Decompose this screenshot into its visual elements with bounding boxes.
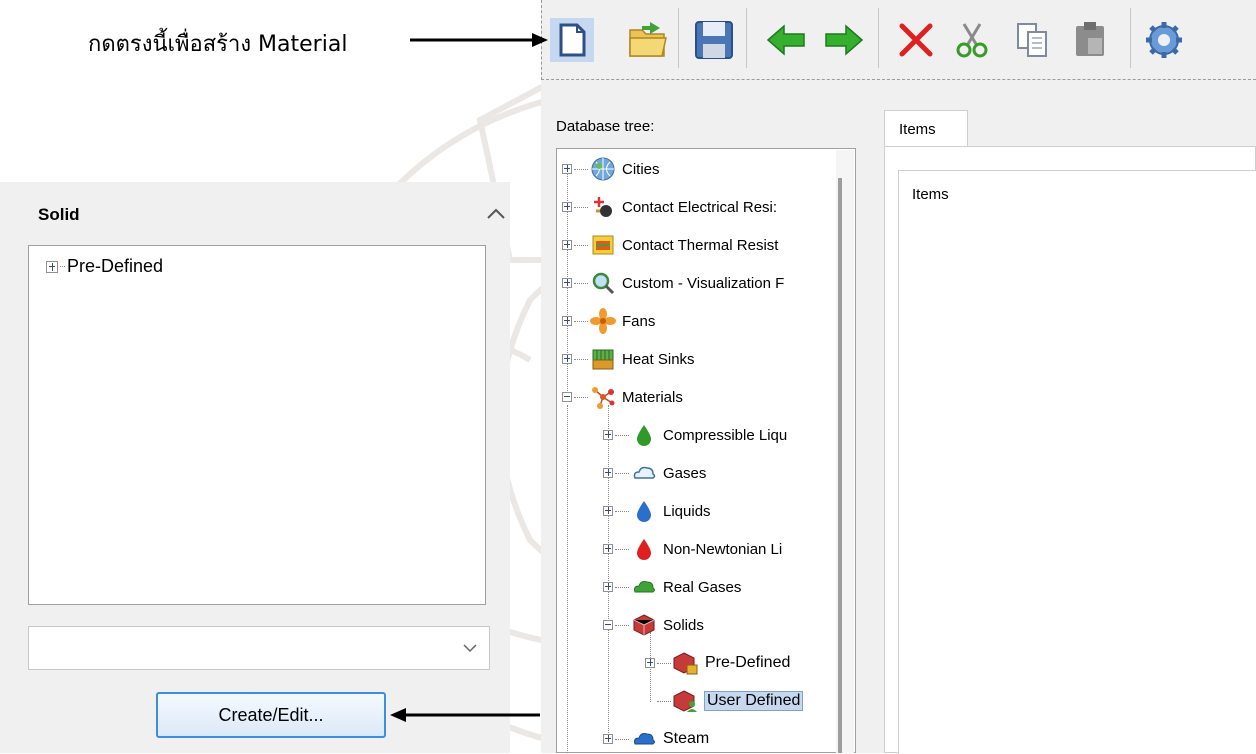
- expand-icon[interactable]: [562, 354, 572, 364]
- fan-icon: [590, 308, 616, 334]
- tree-connector: [615, 624, 629, 626]
- globe-icon: [591, 157, 615, 181]
- items-header: Items: [912, 186, 949, 203]
- tree-connector: [574, 244, 588, 246]
- cut-icon[interactable]: [950, 18, 994, 62]
- cloud-icon: [633, 466, 656, 479]
- green-drop-icon: [637, 425, 651, 446]
- tree-item-label: Pre-Defined: [67, 256, 164, 276]
- new-icon[interactable]: [550, 18, 594, 62]
- electrical-contact-icon: [594, 197, 612, 217]
- tree-connector: [574, 396, 588, 398]
- tree-line: [567, 405, 568, 753]
- items-list[interactable]: [898, 170, 1256, 754]
- expand-icon[interactable]: [603, 506, 613, 516]
- chevron-down-icon[interactable]: [462, 642, 478, 654]
- tree-connector: [615, 548, 629, 550]
- collapse-icon[interactable]: [562, 392, 572, 402]
- expand-icon[interactable]: [562, 202, 572, 212]
- toolbar-separator: [878, 8, 879, 68]
- expand-icon[interactable]: [46, 260, 58, 273]
- tree-item-contact-thermal[interactable]: Contact Thermal Resist: [562, 230, 778, 260]
- settings-icon[interactable]: [1142, 18, 1186, 62]
- red-drop-icon: [637, 539, 651, 560]
- tree-connector: [574, 206, 588, 208]
- chevron-up-icon[interactable]: [480, 198, 512, 230]
- material-select[interactable]: [28, 626, 490, 670]
- magnifier-icon: [592, 272, 615, 295]
- expand-icon[interactable]: [562, 240, 572, 250]
- annotation-create-material: กดตรงนี้เพื่อสร้าง Material: [88, 32, 348, 57]
- tree-connector: [615, 472, 629, 474]
- tree-connector: [657, 700, 671, 702]
- tree-connector: [615, 738, 629, 740]
- create-edit-button[interactable]: Create/Edit...: [156, 692, 386, 738]
- tree-item-solids-user-defined[interactable]: User Defined: [645, 686, 804, 716]
- toolbar: [541, 0, 1256, 80]
- tree-item-solids-pre-defined[interactable]: Pre-Defined: [645, 648, 790, 678]
- expand-icon[interactable]: [603, 468, 613, 478]
- expand-icon[interactable]: [603, 734, 613, 744]
- save-icon[interactable]: [692, 18, 736, 62]
- toolbar-separator: [678, 8, 679, 68]
- tree-item-custom-visualization[interactable]: Custom - Visualization F: [562, 268, 784, 298]
- toolbar-separator: [1130, 8, 1131, 68]
- tree-connector: [60, 266, 65, 267]
- back-icon[interactable]: [764, 18, 808, 62]
- database-tree-label: Database tree:: [556, 118, 655, 135]
- solids-icon: [633, 614, 655, 636]
- paste-icon[interactable]: [1068, 18, 1112, 62]
- tree-item-materials[interactable]: Materials: [562, 382, 683, 412]
- toolbar-separator: [746, 8, 747, 68]
- tree-item-real-gases[interactable]: Real Gases: [603, 572, 741, 602]
- expand-icon[interactable]: [645, 658, 655, 668]
- materials-icon: [592, 387, 615, 409]
- tree-item-non-newtonian[interactable]: Non-Newtonian Li: [603, 534, 782, 564]
- open-icon[interactable]: [626, 18, 670, 62]
- tree-connector: [574, 168, 588, 170]
- expand-icon[interactable]: [562, 278, 572, 288]
- tree-connector: [657, 662, 671, 664]
- tree-item-solids[interactable]: Solids: [603, 610, 704, 640]
- expand-icon[interactable]: [603, 430, 613, 440]
- tree-line: [608, 405, 609, 735]
- delete-icon[interactable]: [894, 18, 938, 62]
- solid-tree-view[interactable]: [28, 245, 486, 605]
- expand-icon[interactable]: [562, 316, 572, 326]
- green-cloud-icon: [634, 581, 655, 593]
- collapse-icon[interactable]: [603, 620, 613, 630]
- tab-items[interactable]: Items: [884, 110, 968, 146]
- tree-item-liquids[interactable]: Liquids: [603, 496, 711, 526]
- expand-icon[interactable]: [603, 582, 613, 592]
- steam-cloud-icon: [634, 733, 655, 745]
- tree-connector: [574, 320, 588, 322]
- tree-item-compressible-liquids[interactable]: Compressible Liqu: [603, 420, 787, 450]
- tree-item-fans[interactable]: Fans: [562, 306, 655, 336]
- copy-icon[interactable]: [1010, 18, 1054, 62]
- blue-drop-icon: [637, 501, 651, 522]
- tree-connector: [615, 586, 629, 588]
- expand-icon[interactable]: [603, 544, 613, 554]
- tree-scrollbar-thumb[interactable]: [838, 178, 842, 753]
- thermal-contact-icon: [592, 235, 614, 255]
- tree-connector: [574, 358, 588, 360]
- solid-section-title: Solid: [38, 205, 80, 224]
- tree-item-contact-electrical[interactable]: Contact Electrical Resi:: [562, 192, 777, 222]
- tree-item-pre-defined[interactable]: Pre-Defined: [46, 256, 163, 277]
- expand-icon[interactable]: [562, 164, 572, 174]
- tree-item-gases[interactable]: Gases: [603, 458, 706, 488]
- tree-connector: [615, 434, 629, 436]
- tree-item-steam[interactable]: Steam: [603, 724, 709, 754]
- locked-solids-icon: [673, 652, 698, 675]
- user-solids-icon: [673, 690, 697, 712]
- heat-sink-icon: [592, 349, 614, 370]
- forward-icon[interactable]: [822, 18, 866, 62]
- tree-item-cities[interactable]: Cities: [562, 154, 660, 184]
- tree-connector: [615, 510, 629, 512]
- tree-connector: [574, 282, 588, 284]
- tree-item-heat-sinks[interactable]: Heat Sinks: [562, 344, 695, 374]
